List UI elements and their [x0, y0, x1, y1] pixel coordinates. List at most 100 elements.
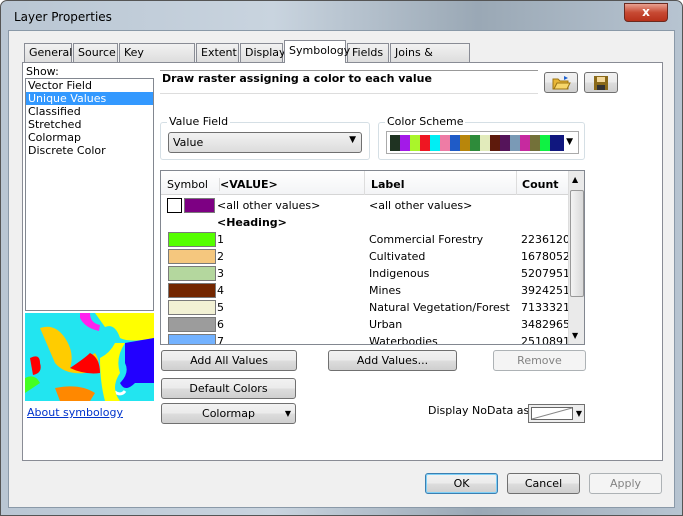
ramp-color-swatch — [390, 135, 400, 151]
tab-general[interactable]: General — [24, 43, 72, 63]
show-item-unique-values[interactable]: Unique Values — [26, 92, 153, 105]
show-item-discrete-color[interactable]: Discrete Color — [26, 144, 153, 157]
tab-joins-relates[interactable]: Joins & Relates — [390, 43, 470, 77]
cancel-button[interactable]: Cancel — [507, 473, 580, 494]
values-table: Symbol <VALUE> Label Count <all other va… — [160, 170, 585, 345]
show-list[interactable]: Vector Field Unique Values Classified Stret… — [25, 78, 154, 311]
value-symbol[interactable] — [168, 317, 216, 332]
add-values-button[interactable]: Add Values... — [328, 350, 457, 371]
nodata-swatch — [531, 407, 573, 420]
show-item-classified[interactable]: Classified — [26, 105, 153, 118]
show-label: Show: — [26, 65, 59, 78]
value-symbol[interactable] — [168, 283, 216, 298]
ramp-color-swatch — [410, 135, 420, 151]
tab-extent[interactable]: Extent — [196, 43, 239, 63]
value-symbol[interactable] — [168, 334, 216, 344]
save-layer-file-button[interactable] — [584, 72, 618, 93]
value-field-label: Value Field — [167, 115, 231, 128]
color-scheme-select[interactable]: ▼ — [386, 131, 579, 154]
about-symbology-link[interactable]: About symbology — [27, 406, 123, 419]
row-count: 3924251 — [521, 284, 570, 297]
ok-button[interactable]: OK — [425, 473, 498, 494]
tab-source[interactable]: Source — [73, 43, 118, 63]
row-value: 1 — [217, 233, 224, 246]
table-header: Symbol <VALUE> Label Count — [161, 171, 568, 195]
tab-symbology[interactable]: Symbology — [284, 40, 350, 63]
show-item-colormap[interactable]: Colormap — [26, 131, 153, 144]
chevron-down-icon: ▼ — [349, 135, 356, 145]
ramp-color-swatch — [430, 135, 440, 151]
nodata-color-picker[interactable]: ▼ — [528, 404, 585, 423]
table-row[interactable]: 3 Indigenous 52079518 — [162, 265, 577, 282]
apply-button[interactable]: Apply — [589, 473, 662, 494]
header-count[interactable]: Count — [522, 178, 559, 191]
table-row-other[interactable]: <all other values> <all other values> — [162, 197, 567, 214]
header-label[interactable]: Label — [371, 178, 405, 191]
value-symbol[interactable] — [168, 300, 216, 315]
close-button[interactable]: x — [624, 3, 668, 22]
ramp-color-swatch — [520, 135, 530, 151]
ramp-color-swatch — [470, 135, 480, 151]
table-heading-row[interactable]: <Heading> — [162, 214, 567, 231]
other-value: <all other values> — [217, 199, 321, 212]
table-row[interactable]: 4 Mines 3924251 — [162, 282, 570, 299]
heading-label: <Heading> — [217, 216, 287, 229]
nodata-symbol[interactable] — [167, 198, 182, 213]
table-scrollbar[interactable]: ▲ ▼ — [568, 171, 584, 344]
row-value: 3 — [217, 267, 224, 280]
value-symbol[interactable] — [168, 266, 216, 281]
symbology-preview-image — [25, 313, 154, 401]
value-symbol[interactable] — [168, 232, 216, 247]
ramp-color-swatch — [450, 135, 460, 151]
ramp-color-swatch — [490, 135, 500, 151]
scrollbar-thumb[interactable] — [570, 190, 584, 297]
add-all-values-button[interactable]: Add All Values — [161, 350, 297, 371]
scroll-down-icon[interactable]: ▼ — [572, 331, 578, 340]
show-item-stretched[interactable]: Stretched — [26, 118, 153, 131]
show-item-vector-field[interactable]: Vector Field — [26, 79, 153, 92]
window-title: Layer Properties — [14, 10, 112, 24]
other-label: <all other values> — [369, 199, 473, 212]
remove-button[interactable]: Remove — [493, 350, 586, 371]
header-value[interactable]: <VALUE> — [219, 178, 278, 191]
row-value: 4 — [217, 284, 224, 297]
ramp-color-swatch — [550, 135, 564, 151]
value-field-select[interactable]: Value ▼ — [168, 132, 362, 153]
table-row[interactable]: 5 Natural Vegetation/Forest 71333211 — [162, 299, 577, 316]
tab-fields[interactable]: Fields — [347, 43, 389, 63]
row-value: 2 — [217, 250, 224, 263]
open-layer-file-button[interactable] — [544, 72, 578, 93]
row-value: 7 — [217, 335, 224, 345]
row-label: Cultivated — [369, 250, 426, 263]
color-scheme-group: Color Scheme ▼ — [378, 115, 585, 160]
ramp-color-swatch — [500, 135, 510, 151]
table-row[interactable]: 2 Cultivated 16780526 — [162, 248, 577, 265]
color-ramp — [390, 135, 564, 151]
tab-key-metadata[interactable]: Key Metadata — [119, 43, 195, 77]
table-row[interactable]: 7 Waterbodies 25108916 — [162, 333, 577, 345]
renderer-description: Draw raster assigning a color to each va… — [160, 70, 538, 94]
tab-display[interactable]: Display — [240, 43, 286, 63]
row-label: Waterbodies — [369, 335, 438, 345]
chevron-down-icon: ▼ — [284, 409, 291, 418]
header-symbol[interactable]: Symbol — [167, 178, 208, 191]
floppy-save-icon — [594, 76, 608, 90]
table-row[interactable]: 6 Urban 34829651 — [162, 316, 577, 333]
value-field-value: Value — [173, 136, 204, 149]
ramp-color-swatch — [460, 135, 470, 151]
chevron-down-icon: ▼ — [566, 137, 573, 147]
default-colors-button[interactable]: Default Colors — [161, 378, 296, 399]
table-row[interactable]: 1 Commercial Forestry 22361202 — [162, 231, 577, 248]
other-values-symbol[interactable] — [184, 198, 215, 213]
ramp-color-swatch — [540, 135, 550, 151]
folder-open-icon — [552, 76, 571, 90]
row-value: 5 — [217, 301, 224, 314]
colormap-button[interactable]: Colormap ▼ — [161, 403, 296, 424]
scroll-up-icon[interactable]: ▲ — [572, 175, 578, 184]
value-symbol[interactable] — [168, 249, 216, 264]
row-value: 6 — [217, 318, 224, 331]
row-label: Natural Vegetation/Forest — [369, 301, 510, 314]
chevron-down-icon: ▼ — [575, 409, 582, 418]
row-label: Indigenous — [369, 267, 430, 280]
row-label: Urban — [369, 318, 403, 331]
